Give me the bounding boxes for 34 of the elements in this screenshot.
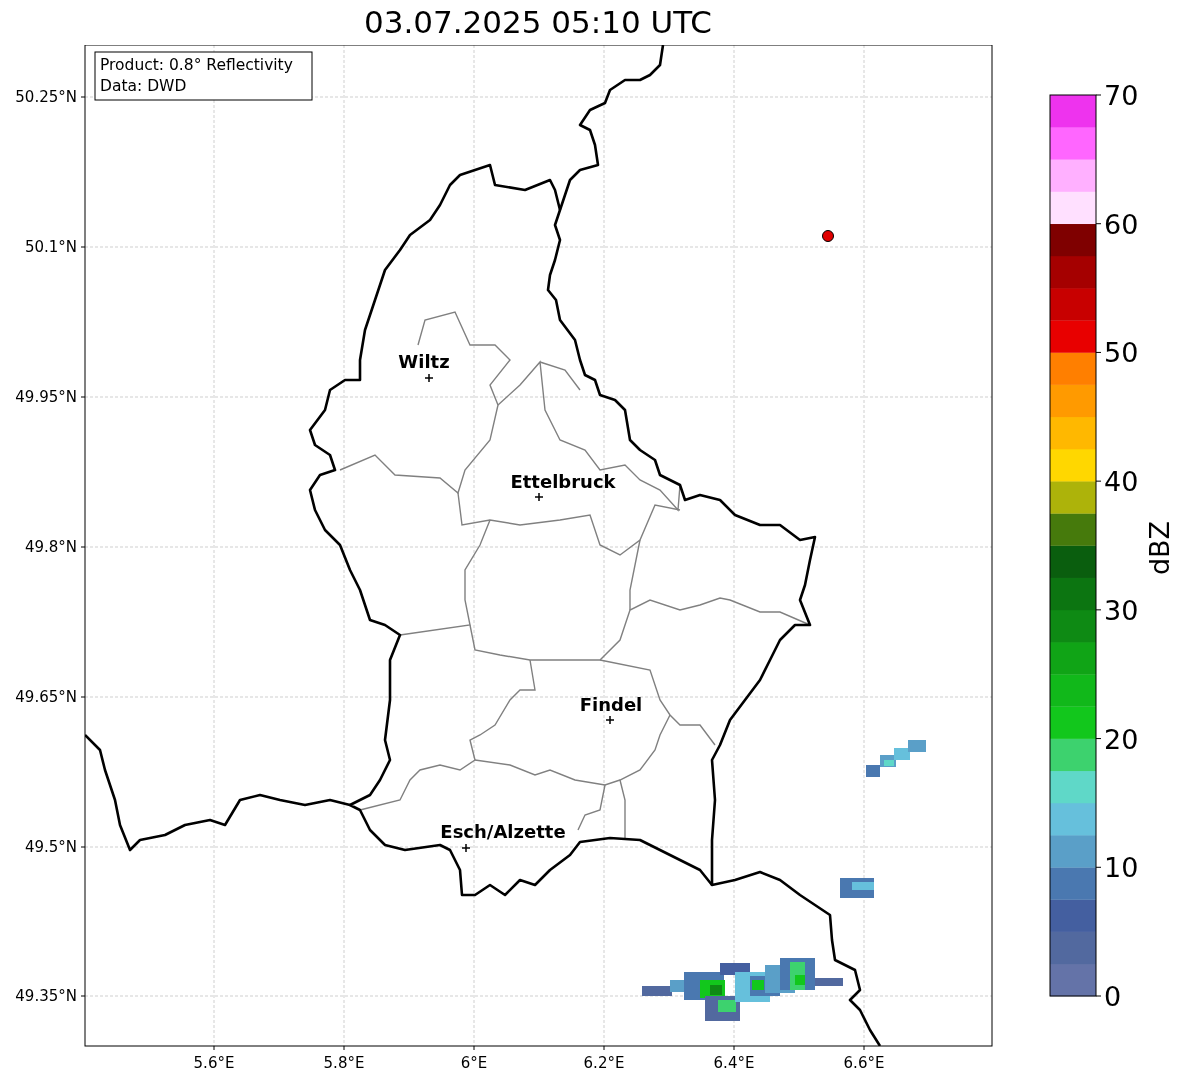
radar-site-marker-icon: [822, 230, 834, 242]
tick-label: 49.95°N: [15, 388, 77, 406]
colorbar-label: dBZ: [1144, 520, 1175, 576]
city-label: Wiltz: [398, 351, 450, 372]
city-label: Ettelbruck: [510, 471, 616, 492]
city-marker-icon: [461, 843, 471, 853]
tick-label: 50: [1104, 337, 1139, 369]
tick-label: 5.8°E: [323, 1054, 365, 1072]
tick-label: 49.35°N: [15, 987, 77, 1005]
tick-label: 6.6°E: [843, 1054, 885, 1072]
info-text: Data: DWD: [100, 77, 187, 95]
tick-label: 40: [1104, 466, 1139, 498]
city-label: Esch/Alzette: [440, 821, 566, 842]
tick-label: 50.1°N: [24, 238, 77, 256]
city-marker-icon: [424, 373, 434, 383]
tick-label: 49.65°N: [15, 688, 77, 706]
tick-label: 50.25°N: [15, 88, 77, 106]
tick-label: 49.5°N: [24, 838, 77, 856]
info-text: Product: 0.8° Reflectivity: [100, 56, 293, 74]
tick-label: 49.8°N: [24, 538, 77, 556]
city-label: Findel: [579, 694, 643, 715]
tick-label: 70: [1104, 80, 1139, 111]
tick-label: 60: [1104, 208, 1139, 240]
tick-label: 0: [1104, 981, 1122, 1012]
tick-label: 20: [1104, 723, 1139, 755]
city-marker-icon: [605, 715, 615, 725]
city-marker-icon: [534, 492, 544, 502]
chart-title: 03.07.2025 05:10 UTC: [364, 7, 712, 38]
tick-label: 5.6°E: [193, 1054, 235, 1072]
tick-label: 6.4°E: [713, 1054, 755, 1072]
tick-label: 6.2°E: [583, 1054, 625, 1072]
tick-label: 30: [1104, 594, 1139, 626]
tick-label: 6°E: [460, 1054, 488, 1072]
tick-label: 10: [1104, 852, 1139, 884]
